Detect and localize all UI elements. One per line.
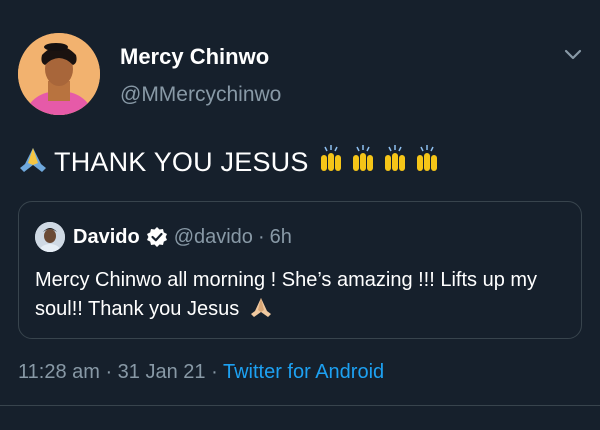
quoted-tweet-text: Mercy Chinwo all morning ! She’s amazing…	[35, 266, 565, 327]
quoted-tweet-text-content: Mercy Chinwo all morning ! She’s amazing…	[35, 269, 538, 320]
tweet-footer: 11:28 am · 31 Jan 21 · Twitter for Andro…	[18, 361, 384, 384]
quoted-author-handle: @davido	[173, 225, 253, 248]
quoted-author-name: Davido	[73, 225, 140, 248]
tweet-source-link[interactable]: Twitter for Android	[223, 361, 384, 383]
divider	[0, 405, 600, 406]
praying-hands-emoji	[16, 144, 50, 181]
author-handle[interactable]: @MMercychinwo	[120, 83, 281, 107]
author-name[interactable]: Mercy Chinwo	[120, 44, 269, 70]
chevron-down-icon[interactable]	[563, 48, 583, 62]
quoted-tweet-header: Davido @davido · 6h	[35, 222, 292, 252]
praying-hands-emoji	[249, 296, 273, 327]
verified-badge-icon	[146, 227, 167, 247]
raising-hands-emoji	[317, 143, 445, 182]
tweet-text-content: THANK YOU JESUS	[54, 147, 309, 177]
quoted-author-avatar	[35, 222, 65, 252]
tweet-timestamp[interactable]: 11:28 am · 31 Jan 21 ·	[18, 361, 223, 383]
meta-separator: ·	[257, 225, 265, 248]
author-avatar[interactable]	[18, 33, 100, 115]
tweet-text: THANK YOU JESUS	[16, 143, 445, 182]
quoted-tweet-age: 6h	[269, 225, 292, 248]
quoted-tweet[interactable]: Davido @davido · 6h Mercy Chinwo all mor…	[18, 201, 582, 339]
